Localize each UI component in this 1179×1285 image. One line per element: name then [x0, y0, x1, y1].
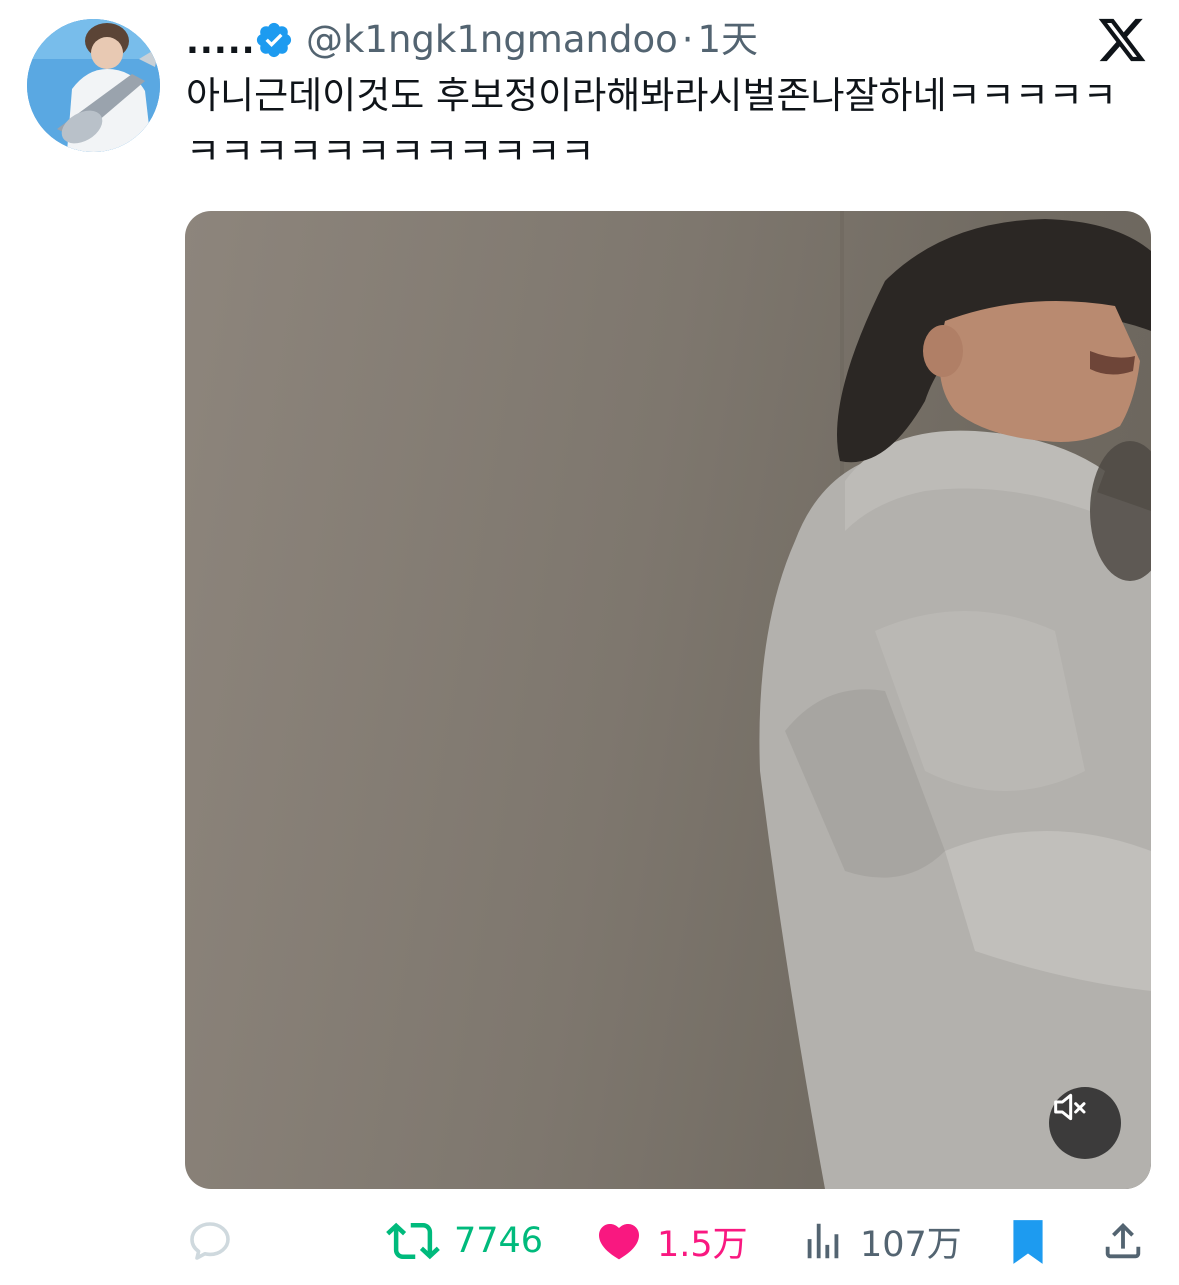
- views-button[interactable]: 107万: [800, 1205, 962, 1277]
- video-frame: [759, 211, 1151, 1189]
- avatar[interactable]: [27, 19, 160, 152]
- like-button[interactable]: 1.5万: [595, 1205, 748, 1277]
- action-bar: 7746 1.5万 107万: [0, 1205, 1179, 1277]
- reply-button[interactable]: [186, 1205, 248, 1277]
- mute-button[interactable]: [1049, 1087, 1121, 1159]
- retweet-button[interactable]: 7746: [386, 1205, 543, 1277]
- like-count: 1.5万: [657, 1224, 748, 1265]
- retweet-icon: [386, 1222, 440, 1260]
- analytics-icon: [807, 1223, 839, 1259]
- tweet-text: 아니근데이것도 후보정이라해봐라시벌존나잘하네ㅋㅋㅋㅋㅋㅋㅋㅋㅋㅋㅋㅋㅋㅋㅋㅋㅋ: [186, 74, 1117, 173]
- handle-and-time[interactable]: @k1ngk1ngmandoo · 1天: [306, 18, 758, 62]
- avatar-image: [27, 19, 160, 152]
- muted-speaker-icon: [1054, 1093, 1086, 1121]
- bookmark-button[interactable]: [1006, 1205, 1050, 1277]
- views-count: 107万: [860, 1224, 962, 1265]
- reply-icon: [190, 1222, 230, 1260]
- timestamp[interactable]: 1天: [698, 18, 759, 61]
- share-icon: [1105, 1222, 1141, 1259]
- video-player[interactable]: [185, 211, 1151, 1189]
- share-button[interactable]: [1100, 1205, 1146, 1277]
- retweet-count: 7746: [454, 1221, 544, 1261]
- time-separator: ·: [681, 18, 694, 61]
- heart-icon: [598, 1224, 640, 1260]
- user-handle[interactable]: @k1ngk1ngmandoo: [306, 18, 678, 61]
- bookmark-icon: [1013, 1220, 1043, 1264]
- verified-badge-icon: [256, 22, 292, 58]
- x-logo-icon[interactable]: [1096, 14, 1148, 66]
- display-name[interactable]: .....: [186, 22, 256, 62]
